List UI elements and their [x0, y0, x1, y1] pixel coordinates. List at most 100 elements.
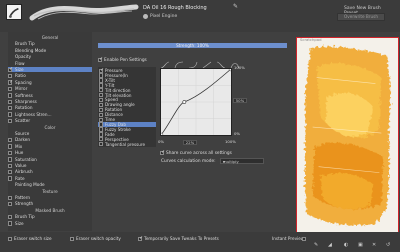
- option-checkbox[interactable]: [8, 99, 13, 104]
- option-checkbox[interactable]: [8, 221, 13, 226]
- option-row[interactable]: Opacity: [8, 54, 92, 59]
- option-row[interactable]: Rotation: [8, 105, 92, 110]
- curve-x-min: 0%: [158, 139, 165, 144]
- calc-mode-select[interactable]: multiply ▾: [220, 158, 264, 164]
- curve-editor[interactable]: [160, 68, 232, 136]
- share-curve-checkbox[interactable]: [160, 150, 166, 156]
- scratchpad-title: Scratchpad: [300, 37, 322, 42]
- chevron-down-icon: ▾: [223, 159, 225, 164]
- option-checkbox[interactable]: [8, 137, 13, 143]
- fill-icon[interactable]: ◢: [328, 242, 332, 248]
- paint-icon[interactable]: ✎: [314, 242, 318, 248]
- option-row[interactable]: Saturation: [8, 157, 92, 162]
- option-label: Pattern: [15, 195, 31, 200]
- enable-pen-settings-checkbox[interactable]: [98, 57, 104, 63]
- option-row[interactable]: Sharpness: [8, 99, 92, 104]
- scratchpad-preview[interactable]: [296, 37, 399, 233]
- options-section-header: Texture: [8, 189, 92, 194]
- curve-preset-button[interactable]: [188, 54, 198, 69]
- sensor-checkbox[interactable]: [99, 142, 104, 147]
- instant-preview-checkbox[interactable]: [302, 237, 307, 242]
- curve-y-value-input[interactable]: 50%: [233, 98, 247, 103]
- option-checkbox[interactable]: [8, 163, 13, 168]
- option-row[interactable]: Pattern: [8, 195, 92, 200]
- option-row[interactable]: Rate: [8, 176, 92, 181]
- option-label: Airbrush: [15, 169, 33, 175]
- option-row[interactable]: Value: [8, 163, 92, 168]
- option-checkbox[interactable]: [8, 118, 13, 124]
- curve-x-value-input[interactable]: 22%: [183, 140, 197, 145]
- option-label: Flow: [15, 60, 25, 66]
- curve-y-min: 0%: [234, 131, 241, 136]
- options-section-header: Color: [8, 125, 92, 130]
- option-row[interactable]: Mix: [8, 144, 92, 149]
- curve-preset-button[interactable]: [202, 54, 212, 69]
- engine-icon: [143, 14, 148, 19]
- option-row[interactable]: Scatter: [8, 118, 92, 123]
- option-checkbox[interactable]: [8, 150, 13, 156]
- edit-pencil-icon[interactable]: ✎: [233, 3, 238, 10]
- option-checkbox[interactable]: [8, 112, 13, 117]
- option-row[interactable]: Brush Tip: [8, 41, 92, 46]
- option-checkbox[interactable]: [8, 105, 13, 111]
- option-label: Blending Mode: [15, 47, 47, 53]
- curve-y-max: 100%: [234, 65, 245, 70]
- option-row[interactable]: Blending Mode: [8, 48, 92, 53]
- option-row[interactable]: Darken: [8, 137, 92, 142]
- option-checkbox[interactable]: [8, 86, 13, 92]
- overwrite-brush-button[interactable]: Overwrite Brush: [337, 13, 385, 21]
- fill-color-icon[interactable]: ◐: [344, 242, 348, 248]
- eraser-opacity-checkbox[interactable]: [70, 237, 75, 242]
- curve-x-max: 100%: [225, 139, 236, 144]
- option-label: Masked Brush: [35, 207, 65, 213]
- sensor-row[interactable]: Tangential pressure: [98, 142, 156, 147]
- option-row[interactable]: Flow: [8, 61, 92, 66]
- option-checkbox[interactable]: [8, 169, 13, 175]
- option-checkbox[interactable]: [8, 67, 14, 72]
- option-row[interactable]: Brush Tip: [8, 214, 92, 219]
- option-checkbox[interactable]: [8, 144, 13, 149]
- option-checkbox[interactable]: [8, 214, 13, 220]
- background-fill-icon[interactable]: ▣: [358, 242, 363, 248]
- option-checkbox[interactable]: [8, 157, 13, 162]
- option-checkbox[interactable]: [8, 80, 14, 85]
- option-checkbox[interactable]: [8, 73, 13, 79]
- reset-icon[interactable]: ↺: [386, 242, 390, 248]
- option-checkbox[interactable]: [8, 93, 13, 98]
- option-row[interactable]: Strength: [8, 201, 92, 206]
- sensor-label: Tangential pressure: [105, 141, 146, 147]
- option-row[interactable]: Airbrush: [8, 169, 92, 174]
- option-row[interactable]: Ratio: [8, 73, 92, 78]
- option-label: Texture: [42, 188, 58, 194]
- option-checkbox[interactable]: [8, 176, 13, 181]
- enable-pen-settings-label: Enable Pen Settings: [104, 58, 147, 63]
- curve-preset-button[interactable]: [174, 54, 184, 69]
- option-row[interactable]: Mirror: [8, 86, 92, 91]
- clear-icon[interactable]: ✕: [372, 242, 376, 248]
- option-row[interactable]: Source: [8, 131, 92, 136]
- option-label: Mirror: [15, 86, 28, 92]
- eraser-size-checkbox[interactable]: [8, 237, 13, 242]
- option-row[interactable]: Size: [8, 221, 92, 226]
- option-label: Mix: [15, 143, 23, 149]
- option-label: Spacing: [15, 79, 32, 85]
- option-row[interactable]: Size: [8, 67, 92, 72]
- option-row[interactable]: Lightness Stren...: [8, 112, 92, 117]
- temporarily-save-checkbox[interactable]: [138, 236, 144, 242]
- option-row[interactable]: Softness: [8, 93, 92, 98]
- option-label: Size: [15, 220, 24, 226]
- option-row[interactable]: Hue: [8, 150, 92, 155]
- option-checkbox[interactable]: [8, 201, 13, 207]
- option-checkbox[interactable]: [8, 195, 13, 200]
- curve-preset-button[interactable]: [230, 54, 240, 69]
- curve-preset-button[interactable]: [160, 54, 170, 69]
- option-row[interactable]: Spacing: [8, 80, 92, 85]
- option-label: Darken: [15, 137, 31, 143]
- preset-name[interactable]: DA Oil 16 Rough Blocking: [143, 5, 207, 11]
- preset-footer: [0, 232, 400, 252]
- curve-preset-button[interactable]: [216, 54, 226, 69]
- option-label: Strength: [15, 201, 34, 207]
- option-row[interactable]: Painting Mode: [8, 182, 92, 187]
- engine-label: Pixel Engine: [150, 14, 178, 19]
- brush-tip-thumbnail[interactable]: [6, 4, 22, 20]
